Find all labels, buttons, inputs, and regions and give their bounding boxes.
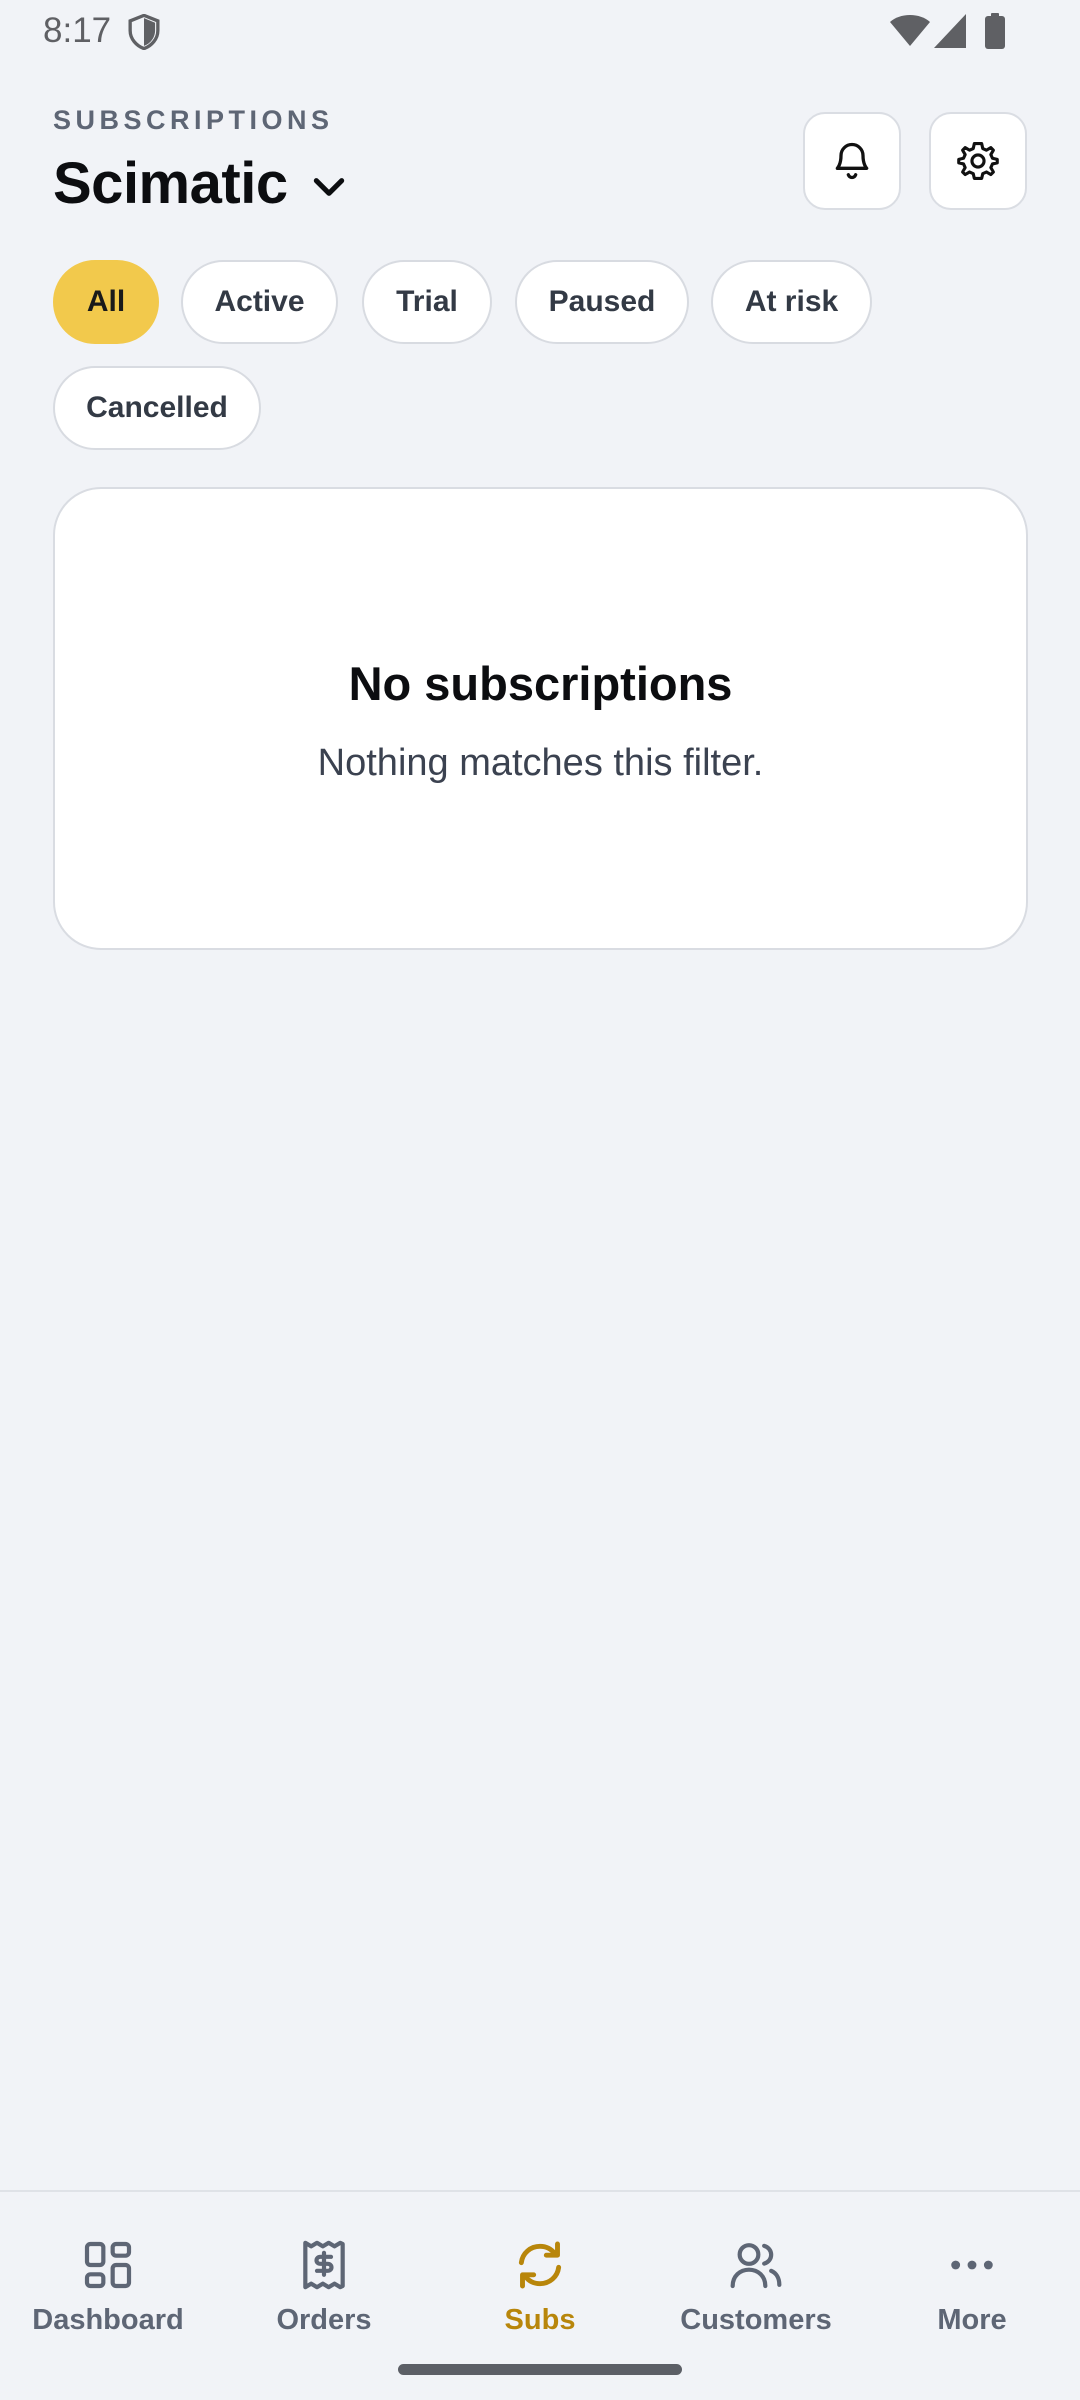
shield-icon [128, 14, 160, 50]
notifications-button[interactable] [803, 112, 901, 210]
nav-label-orders: Orders [276, 2304, 372, 2336]
filter-chip-all[interactable]: All [53, 260, 159, 344]
filter-chip-active[interactable]: Active [181, 260, 338, 344]
battery-icon [985, 13, 1005, 49]
nav-label-more: More [937, 2304, 1007, 2336]
empty-state-title: No subscriptions [348, 657, 733, 710]
bell-icon [835, 142, 869, 180]
dashboard-icon [84, 2241, 132, 2289]
nav-label-dashboard: Dashboard [32, 2304, 184, 2336]
nav-label-subs: Subs [504, 2304, 576, 2336]
section-label: SUBSCRIPTIONS [53, 105, 334, 135]
gear-icon [957, 142, 999, 180]
more-icon [951, 2260, 993, 2270]
signal-icon [934, 14, 966, 48]
wifi-icon [890, 15, 930, 46]
chevron-down-icon [313, 178, 344, 196]
users-icon [730, 2243, 782, 2289]
filter-chip-trial[interactable]: Trial [362, 260, 492, 344]
nav-item-customers[interactable]: Customers [648, 2192, 864, 2342]
settings-button[interactable] [929, 112, 1027, 210]
nav-item-more[interactable]: More [864, 2192, 1080, 2342]
filter-chip-at-risk[interactable]: At risk [711, 260, 872, 344]
nav-item-orders[interactable]: Orders [216, 2192, 432, 2342]
filter-chip-paused[interactable]: Paused [515, 260, 689, 344]
home-indicator[interactable] [398, 2364, 682, 2375]
workspace-switcher[interactable]: Scimatic [53, 148, 348, 218]
empty-state-message: Nothing matches this filter. [317, 742, 764, 784]
status-time: 8:17 [43, 11, 112, 50]
nav-label-customers: Customers [680, 2304, 832, 2336]
empty-state-card: No subscriptions Nothing matches this fi… [53, 487, 1028, 950]
filter-chip-cancelled[interactable]: Cancelled [53, 366, 261, 450]
nav-item-dashboard[interactable]: Dashboard [0, 2192, 216, 2342]
receipt-icon [303, 2240, 345, 2290]
status-bar: 8:17 [0, 0, 1080, 62]
workspace-title: Scimatic [53, 150, 288, 216]
refresh-icon [518, 2241, 562, 2289]
subscriptions-screen: 8:17 SUBSCRIPTIONS Scimatic All Active T… [0, 0, 1080, 2400]
nav-item-subs[interactable]: Subs [432, 2192, 648, 2342]
